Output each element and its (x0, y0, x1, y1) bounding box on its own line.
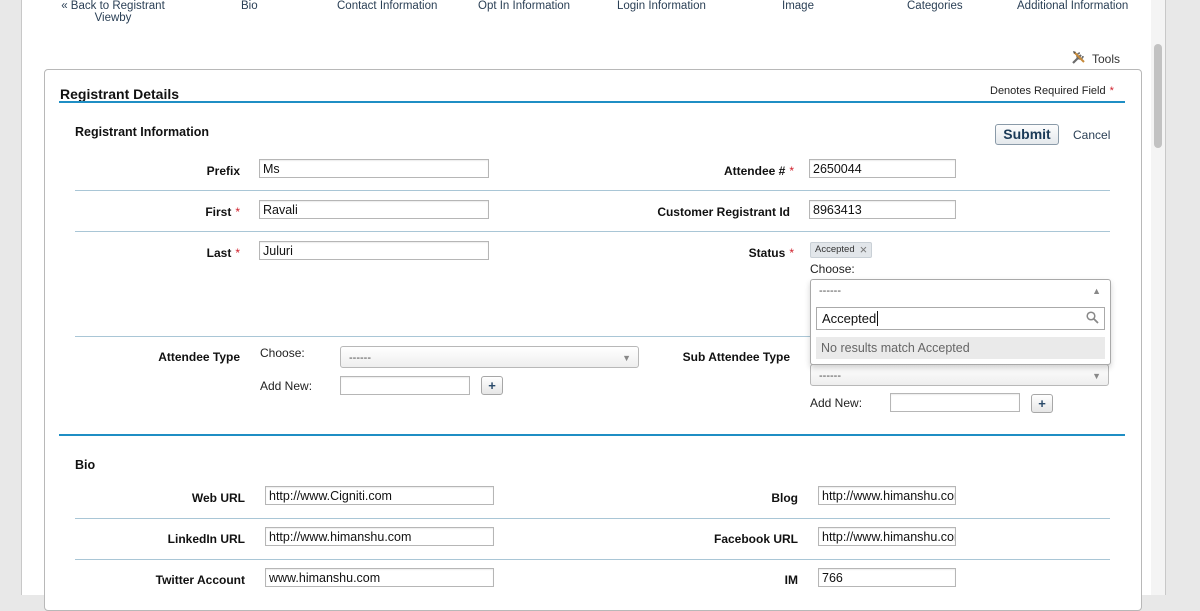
remove-tag-icon[interactable]: × (860, 243, 868, 257)
search-icon (1086, 309, 1099, 330)
attendee-type-choose-label: Choose: (260, 346, 305, 360)
cancel-link[interactable]: Cancel (1073, 128, 1110, 142)
row-divider (75, 518, 1110, 519)
attendee-type-add-new-field[interactable] (340, 376, 470, 395)
sub-attendee-type-select[interactable]: ------ ▼ (810, 364, 1109, 386)
first-name-field[interactable]: Ravali (259, 200, 489, 219)
nav-additional-information[interactable]: Additional Information (1017, 0, 1128, 12)
facebook-url-field[interactable]: http://www.himanshu.com (818, 527, 956, 546)
nav-bio[interactable]: Bio (241, 0, 258, 12)
facebook-url-label: Facebook URL (713, 532, 798, 546)
scrollbar-thumb[interactable] (1154, 44, 1162, 148)
attendee-number-label: Attendee # * (723, 164, 794, 178)
caret-down-icon: ▼ (1092, 371, 1101, 381)
no-results-message: No results match Accepted (816, 337, 1105, 359)
status-tag-accepted: Accepted × (810, 242, 873, 258)
section-divider (59, 434, 1125, 436)
sub-attendee-type-label: Sub Attendee Type (682, 350, 790, 364)
nav-image[interactable]: Image (782, 0, 814, 12)
status-choose-label: Choose: (810, 262, 855, 276)
sub-add-new-label: Add New: (810, 396, 863, 410)
twitter-account-field[interactable]: www.himanshu.com (265, 568, 494, 587)
last-name-label: Last * (206, 246, 240, 260)
nav-back-link[interactable]: « Back to Registrant Viewby (61, 0, 165, 24)
row-divider (75, 231, 1110, 232)
web-url-field[interactable]: http://www.Cigniti.com (265, 486, 494, 505)
nav-opt-in-information[interactable]: Opt In Information (478, 0, 570, 12)
add-new-label: Add New: (260, 379, 313, 393)
nav-contact-information[interactable]: Contact Information (337, 0, 437, 12)
nav-categories[interactable]: Categories (907, 0, 963, 12)
first-name-label: First * (205, 205, 240, 219)
last-name-field[interactable]: Juluri (259, 241, 489, 260)
tools-button[interactable]: Tools (1071, 49, 1120, 68)
attendee-number-field[interactable]: 2650044 (809, 159, 956, 178)
row-divider (75, 559, 1110, 560)
blog-label: Blog (771, 491, 798, 505)
attendee-type-selected: ------ (349, 352, 371, 364)
prefix-label: Prefix (206, 164, 240, 178)
attendee-type-select[interactable]: ------ ▼ (340, 346, 639, 368)
twitter-account-label: Twitter Account (155, 573, 245, 587)
caret-down-icon: ▼ (622, 353, 631, 363)
registrant-information-heading: Registrant Information (75, 125, 210, 139)
status-label: Status * (748, 246, 794, 260)
prefix-field[interactable]: Ms (259, 159, 489, 178)
customer-registrant-id-label: Customer Registrant Id (657, 205, 790, 219)
status-dropdown-header[interactable]: ------ ▲ (811, 280, 1108, 302)
status-dropdown-selected: ------ (819, 285, 841, 297)
status-search-value: Accepted (822, 311, 877, 326)
web-url-label: Web URL (191, 491, 245, 505)
panel-title: Registrant Details (60, 86, 180, 102)
attendee-type-label: Attendee Type (158, 350, 240, 364)
im-field[interactable]: 766 (818, 568, 956, 587)
sub-attendee-type-add-button[interactable]: + (1031, 394, 1053, 413)
bio-heading: Bio (75, 458, 96, 472)
sub-attendee-type-add-new-field[interactable] (890, 393, 1020, 412)
im-label: IM (784, 573, 798, 587)
customer-registrant-id-field[interactable]: 8963413 (809, 200, 956, 219)
sub-attendee-type-selected: ------ (819, 370, 841, 382)
title-underline (59, 101, 1125, 103)
tools-icon (1071, 49, 1087, 68)
linkedin-url-label: LinkedIn URL (167, 532, 245, 546)
caret-up-icon: ▲ (1092, 286, 1101, 296)
status-dropdown[interactable]: ------ ▲ Accepted No results match Accep… (810, 279, 1111, 365)
nav-login-information[interactable]: Login Information (617, 0, 706, 12)
status-tag-label: Accepted (815, 244, 855, 255)
attendee-type-add-button[interactable]: + (481, 376, 503, 395)
row-divider (75, 190, 1110, 191)
tools-label: Tools (1092, 51, 1121, 66)
linkedin-url-field[interactable]: http://www.himanshu.com (265, 527, 494, 546)
submit-button[interactable]: Submit (995, 124, 1059, 145)
required-field-note: Denotes Required Field * (990, 85, 1114, 97)
blog-field[interactable]: http://www.himanshu.com (818, 486, 956, 505)
scrollbar[interactable] (1151, 0, 1165, 595)
status-search-input[interactable]: Accepted (816, 307, 1105, 330)
